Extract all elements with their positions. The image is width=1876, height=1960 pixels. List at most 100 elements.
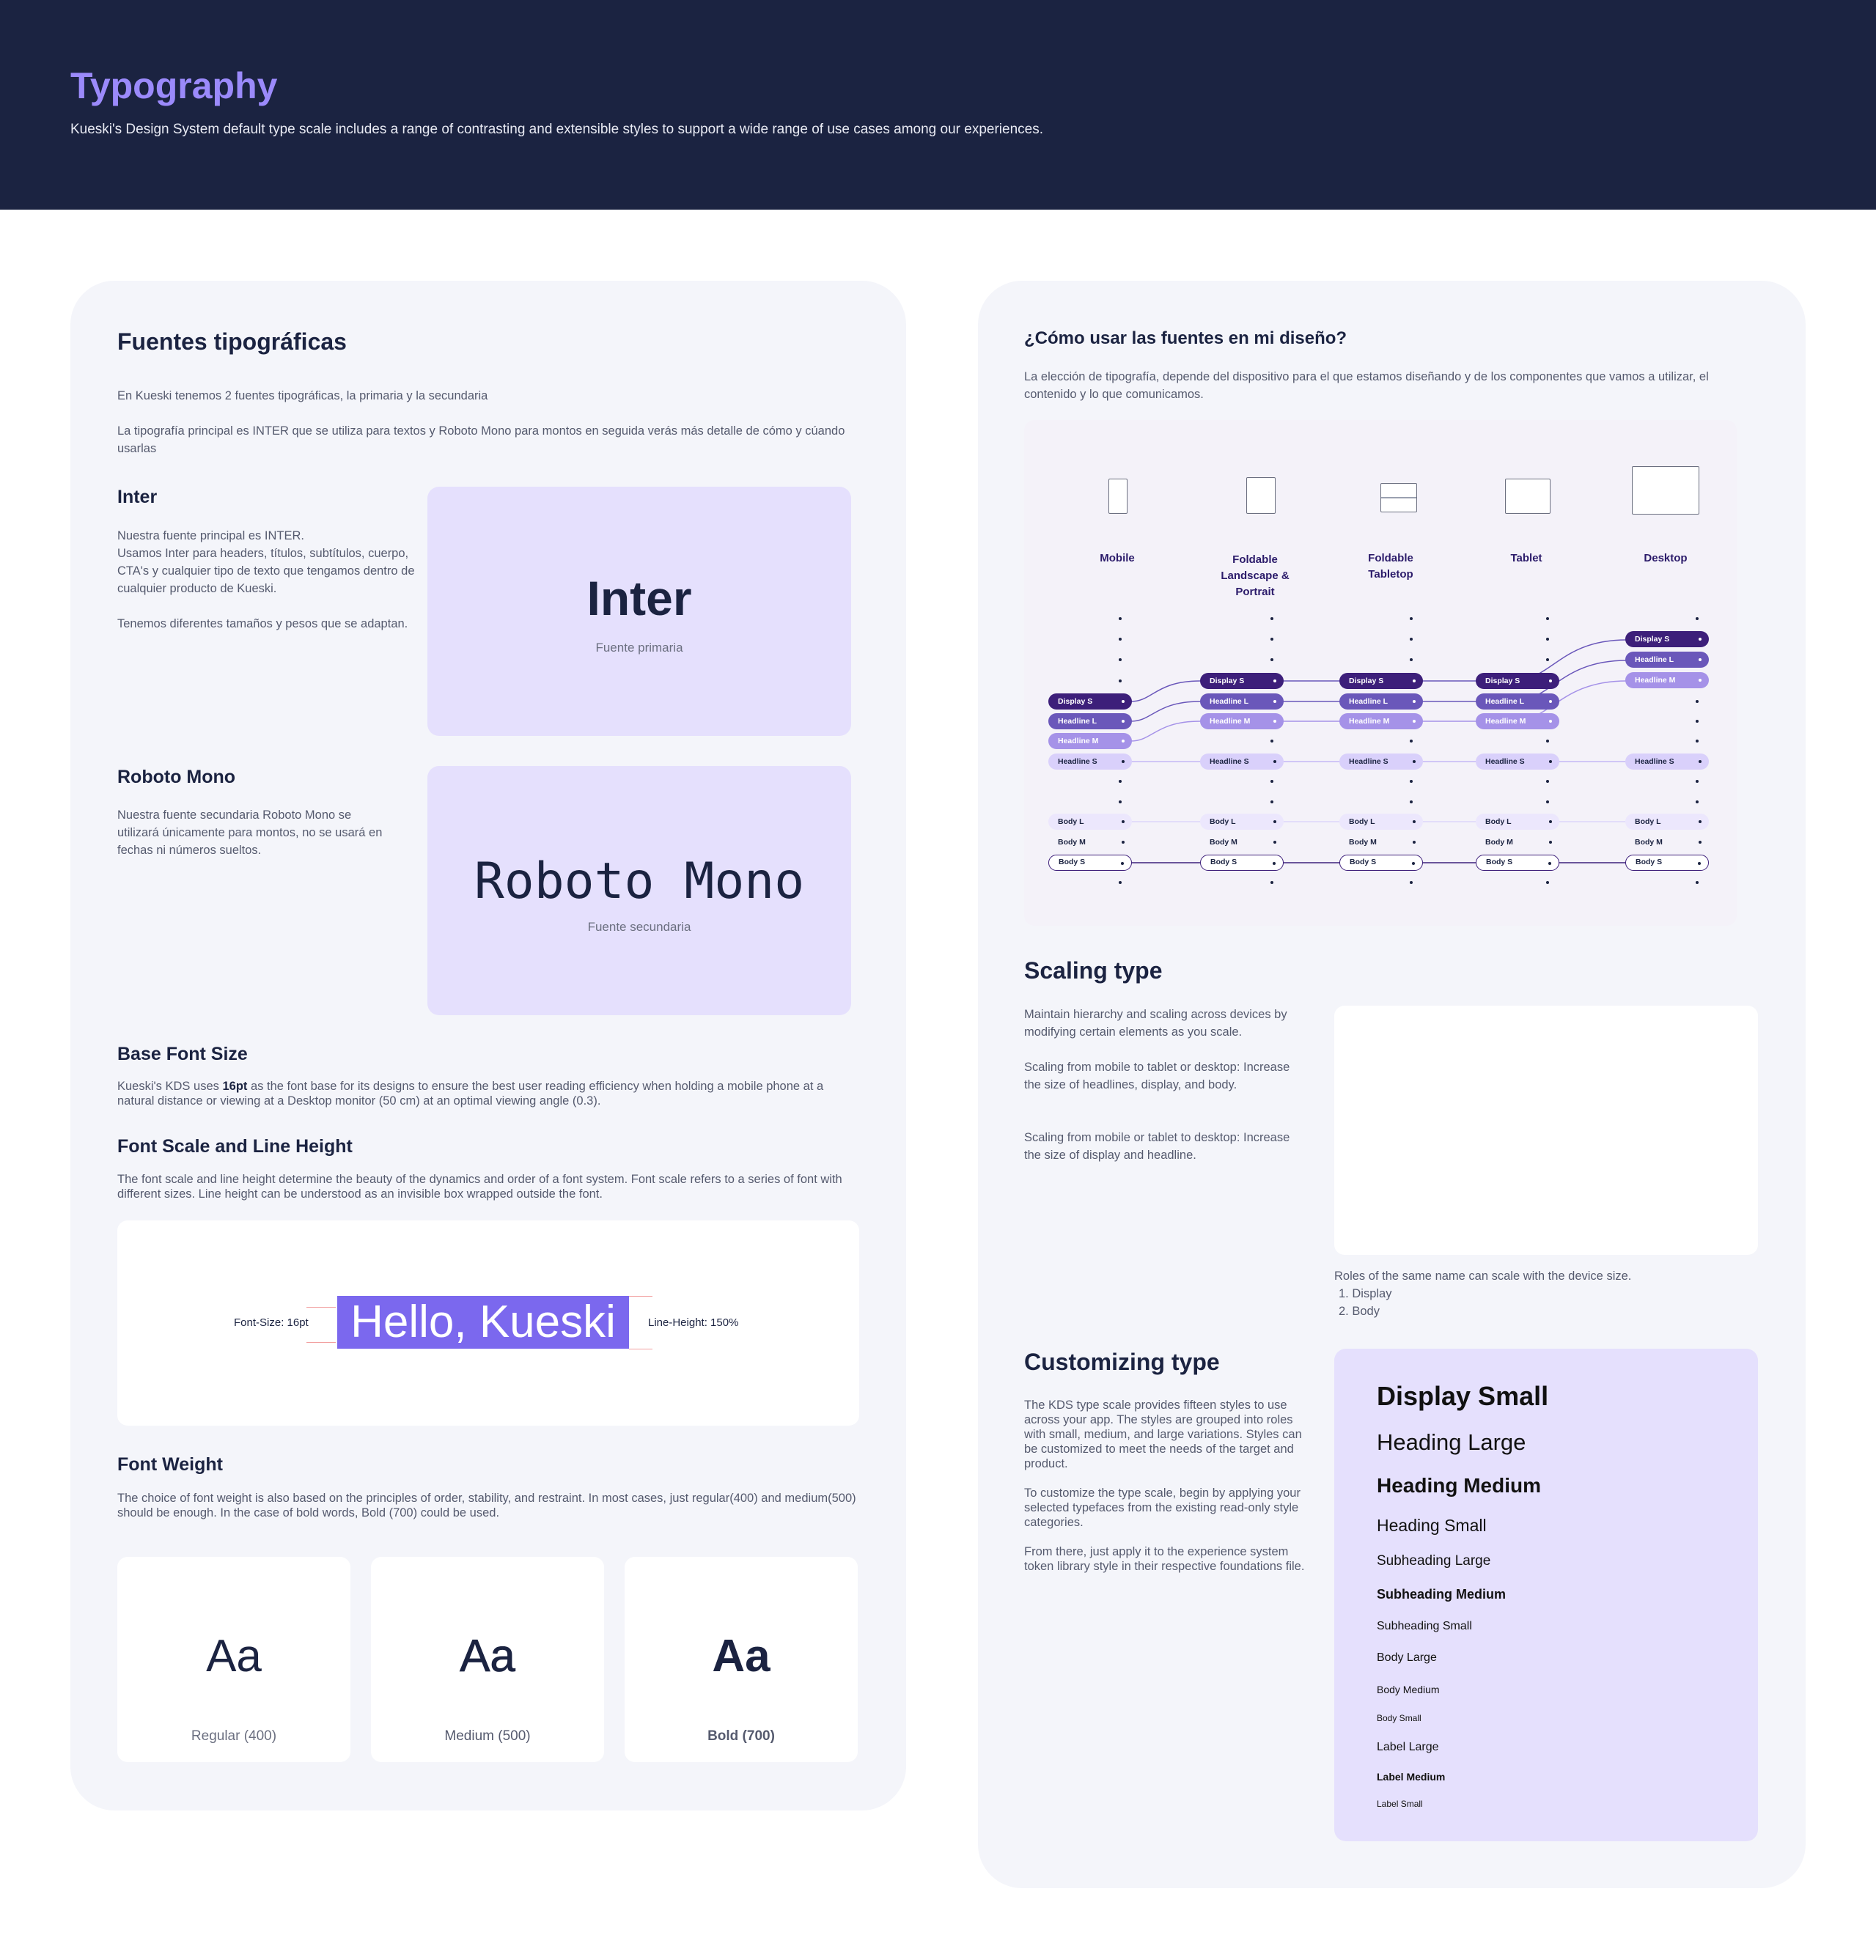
foldable-tabletop-device-icon: [1380, 483, 1417, 512]
weight-medium-card: Aa Medium (500): [371, 1557, 604, 1762]
customizing-p2: To customize the type scale, begin by ap…: [1024, 1486, 1301, 1529]
type-scale-body-large: Body Large: [1377, 1651, 1437, 1664]
device-label-foldable-tabletop: Foldable Tabletop: [1368, 552, 1413, 581]
scale-dot: [1410, 740, 1413, 743]
scaling-illustration: [1334, 1006, 1758, 1255]
scale-dot: [1696, 617, 1699, 620]
scale-dot: [1270, 881, 1273, 884]
device-label-tablet: Tablet: [1510, 552, 1542, 564]
base-font-size-value: 16pt: [222, 1080, 248, 1093]
foldable-tabletop-body-s: Body S: [1339, 855, 1423, 871]
weight-regular-sample: Aa: [206, 1631, 262, 1681]
scale-dot: [1546, 881, 1549, 884]
desktop-body-l: Body L: [1625, 814, 1709, 830]
inter-title: Inter: [117, 487, 158, 507]
scaling-role-2: 2. Body: [1339, 1305, 1380, 1318]
mobile-headline-m: Headline M: [1048, 733, 1132, 749]
tablet-body-m: Body M: [1476, 834, 1559, 850]
mobile-body-s: Body S: [1048, 855, 1132, 871]
base-font-description: Kueski's KDS uses 16pt as the font base …: [117, 1080, 824, 1108]
scale-dot: [1410, 658, 1413, 661]
weight-bold-sample: Aa: [712, 1631, 770, 1681]
device-label-mobile: Mobile: [1100, 552, 1135, 564]
scale-dot: [1410, 800, 1413, 803]
desktop-headline-m: Headline M: [1625, 672, 1709, 688]
inter-specimen: Inter: [586, 571, 692, 625]
scale-dot: [1546, 800, 1549, 803]
customizing-p3: From there, just apply it to the experie…: [1024, 1545, 1305, 1573]
scaling-title: Scaling type: [1024, 957, 1163, 984]
scale-dot: [1696, 780, 1699, 783]
tablet-headline-l: Headline L: [1476, 693, 1559, 710]
scaling-p3: Scaling from mobile or tablet to desktop…: [1024, 1131, 1290, 1162]
scale-dot: [1270, 617, 1273, 620]
font-size-label: Font-Size: 16pt: [234, 1316, 309, 1329]
font-scale-title: Font Scale and Line Height: [117, 1136, 353, 1157]
page-subtitle: Kueski's Design System default type scal…: [70, 122, 1043, 137]
mobile-headline-s: Headline S: [1048, 754, 1132, 770]
type-scale-label-small: Label Small: [1377, 1799, 1423, 1809]
connector-display-s: [1130, 639, 1627, 702]
foldable-landscape-body-m: Body M: [1200, 834, 1284, 850]
type-scale-panel: Display Small Heading Large Heading Medi…: [1334, 1349, 1758, 1841]
scaling-p2: Scaling from mobile to tablet or desktop…: [1024, 1061, 1290, 1091]
inter-description: Nuestra fuente principal es INTER. Usamo…: [117, 529, 415, 630]
weight-bold-card: Aa Bold (700): [625, 1557, 858, 1762]
scaling-p1: Maintain hierarchy and scaling across de…: [1024, 1008, 1287, 1039]
scale-dot: [1696, 700, 1699, 703]
scale-dot: [1410, 780, 1413, 783]
scale-dot: [1119, 617, 1122, 620]
tablet-headline-s: Headline S: [1476, 754, 1559, 770]
usage-title: ¿Cómo usar las fuentes en mi diseño?: [1024, 328, 1347, 348]
weight-medium-sample: Aa: [460, 1631, 516, 1682]
tablet-body-s: Body S: [1476, 855, 1559, 871]
foldable-tabletop-headline-l: Headline L: [1339, 693, 1423, 710]
scale-dot: [1696, 881, 1699, 884]
weight-bold-label: Bold (700): [707, 1728, 775, 1744]
mobile-body-m: Body M: [1048, 834, 1132, 850]
foldable-tabletop-display-s: Display S: [1339, 673, 1423, 689]
fonts-intro-2: La tipografía principal es INTER que se …: [117, 424, 845, 455]
scale-dot: [1119, 780, 1122, 783]
type-scale-subheading-medium: Subheading Medium: [1377, 1587, 1507, 1602]
page-header: Typography Kueski's Design System defaul…: [0, 0, 1876, 210]
guide-bottom-left: [306, 1342, 336, 1343]
scale-dot: [1546, 638, 1549, 641]
scale-dot: [1546, 780, 1549, 783]
foldable-tabletop-headline-s: Headline S: [1339, 754, 1423, 770]
scale-dot: [1410, 617, 1413, 620]
scale-dot: [1119, 881, 1122, 884]
scale-dot: [1119, 638, 1122, 641]
device-label-foldable-landscape: Foldable Landscape & Portrait: [1221, 553, 1290, 598]
foldable-landscape-body-l: Body L: [1200, 814, 1284, 830]
guide-top-right: [629, 1296, 652, 1297]
foldable-tabletop-headline-m: Headline M: [1339, 713, 1423, 729]
type-scale-label-medium: Label Medium: [1377, 1771, 1446, 1783]
scale-dot: [1546, 740, 1549, 743]
type-scale-heading-large: Heading Large: [1377, 1429, 1526, 1455]
scale-dot: [1270, 780, 1273, 783]
mobile-display-s: Display S: [1048, 693, 1132, 710]
weight-regular-card: Aa Regular (400): [117, 1557, 350, 1762]
weight-regular-label: Regular (400): [191, 1728, 277, 1744]
fonts-intro-1: En Kueski tenemos 2 fuentes tipográficas…: [117, 389, 488, 402]
type-scale-body-medium: Body Medium: [1377, 1684, 1440, 1695]
foldable-landscape-display-s: Display S: [1200, 673, 1284, 689]
desktop-device-icon: [1632, 466, 1699, 515]
connector-headline-m: [1130, 680, 1627, 742]
scale-dot: [1410, 881, 1413, 884]
foldable-landscape-headline-s: Headline S: [1200, 754, 1284, 770]
line-height-demo: Font-Size: 16pt Hello, Kueski Line-Heigh…: [117, 1220, 859, 1426]
scale-dot: [1119, 658, 1122, 661]
scale-dot: [1546, 617, 1549, 620]
desktop-headline-l: Headline L: [1625, 652, 1709, 668]
type-scale-body-small: Body Small: [1377, 1713, 1421, 1723]
tablet-body-l: Body L: [1476, 814, 1559, 830]
scale-dot: [1270, 740, 1273, 743]
base-font-title: Base Font Size: [117, 1044, 248, 1064]
roboto-specimen: Roboto Mono: [474, 852, 805, 910]
hello-kueski-sample: Hello, Kueski: [337, 1296, 629, 1349]
font-weight-title: Font Weight: [117, 1454, 223, 1475]
scale-dot: [1270, 638, 1273, 641]
desktop-body-m: Body M: [1625, 834, 1709, 850]
